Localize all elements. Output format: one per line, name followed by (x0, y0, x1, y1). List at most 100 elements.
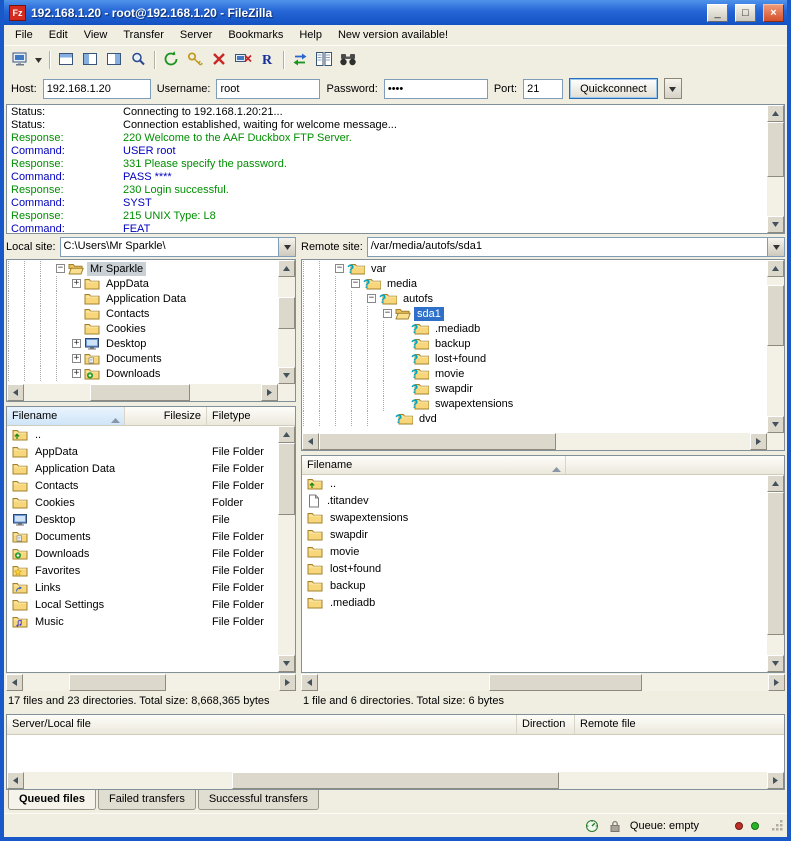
remote-list-hscrollbar[interactable] (301, 674, 785, 691)
tree-expander[interactable]: + (72, 279, 81, 288)
tree-item[interactable]: − ? autofs (303, 291, 767, 306)
log-scrollbar[interactable] (767, 105, 784, 233)
tree-item-label[interactable]: backup (432, 337, 473, 351)
menu-bookmarks[interactable]: Bookmarks (220, 26, 291, 44)
scroll-down-button[interactable] (278, 655, 295, 672)
scroll-right-button[interactable] (767, 772, 784, 789)
file-row[interactable]: Favorites File Folder (7, 562, 278, 579)
remote-list-vscrollbar[interactable] (767, 475, 784, 672)
file-row[interactable]: Music File Folder (7, 613, 278, 630)
resize-grip[interactable] (771, 819, 784, 832)
process-queue-button[interactable] (183, 49, 207, 71)
password-input[interactable] (384, 79, 488, 99)
titlebar[interactable]: Fz 192.168.1.20 - root@192.168.1.20 - Fi… (4, 0, 787, 25)
tree-item-label[interactable]: .mediadb (432, 322, 483, 336)
disconnect-button[interactable] (231, 49, 255, 71)
tree-expander[interactable]: − (56, 264, 65, 273)
tree-item-label[interactable]: var (368, 262, 389, 276)
tree-item-label[interactable]: AppData (103, 277, 152, 291)
file-row[interactable]: Local Settings File Folder (7, 596, 278, 613)
tree-item[interactable]: + AppData (8, 276, 278, 291)
username-input[interactable] (216, 79, 320, 99)
tree-item-label[interactable]: Application Data (103, 292, 189, 306)
tree-item[interactable]: ? swapextensions (303, 396, 767, 411)
encryption-lock-icon[interactable] (608, 819, 622, 833)
scroll-track[interactable] (767, 122, 784, 216)
remote-tree-vscrollbar[interactable] (767, 260, 784, 433)
tree-expander[interactable]: − (383, 309, 392, 318)
tree-item-label[interactable]: dvd (416, 412, 440, 426)
tree-item-label[interactable]: Mr Sparkle (87, 262, 146, 276)
scroll-right-button[interactable] (279, 674, 296, 691)
tree-item[interactable]: + Documents (8, 351, 278, 366)
tree-item-label[interactable]: swapextensions (432, 397, 516, 411)
scroll-thumb[interactable] (69, 674, 166, 691)
tab-queued-files[interactable]: Queued files (8, 790, 96, 810)
tree-expander[interactable]: − (367, 294, 376, 303)
tree-item[interactable]: − ? var (303, 261, 767, 276)
local-tree-vscrollbar[interactable] (278, 260, 295, 384)
scroll-thumb[interactable] (319, 433, 556, 450)
file-row[interactable]: AppData File Folder (7, 443, 278, 460)
file-row[interactable]: .titandev (302, 492, 767, 509)
local-tree-hscrollbar[interactable] (7, 384, 278, 401)
refresh-button[interactable] (159, 49, 183, 71)
menu-file[interactable]: File (7, 26, 41, 44)
scroll-thumb[interactable] (278, 297, 295, 329)
reconnect-button[interactable]: R (255, 49, 279, 71)
tree-item[interactable]: ? .mediadb (303, 321, 767, 336)
scroll-up-button[interactable] (278, 260, 295, 277)
file-row[interactable]: Desktop File (7, 511, 278, 528)
toggle-local-tree-button[interactable] (78, 49, 102, 71)
local-list-vscrollbar[interactable] (278, 426, 295, 672)
remote-path-text[interactable]: /var/media/autofs/sda1 (368, 238, 767, 256)
tree-expander[interactable]: + (72, 369, 81, 378)
cancel-button[interactable] (207, 49, 231, 71)
tab-failed-transfers[interactable]: Failed transfers (98, 790, 196, 810)
file-row[interactable]: Contacts File Folder (7, 477, 278, 494)
scroll-up-button[interactable] (767, 105, 784, 122)
file-row[interactable]: .. (302, 475, 767, 492)
menu-server[interactable]: Server (172, 26, 220, 44)
menu-edit[interactable]: Edit (41, 26, 76, 44)
local-path-combo[interactable]: C:\Users\Mr Sparkle\ (60, 237, 296, 257)
file-row[interactable]: lost+found (302, 560, 767, 577)
quickconnect-button[interactable]: Quickconnect (569, 78, 658, 99)
tree-item-label[interactable]: Desktop (103, 337, 149, 351)
toggle-remote-tree-button[interactable] (102, 49, 126, 71)
maximize-button[interactable]: □ (735, 4, 756, 22)
synchronized-browsing-button[interactable] (288, 49, 312, 71)
file-row[interactable]: swapdir (302, 526, 767, 543)
scroll-left-button[interactable] (7, 772, 24, 789)
scroll-thumb[interactable] (767, 492, 784, 635)
column-header-filesize[interactable]: Filesize (125, 407, 207, 425)
speed-limit-icon[interactable] (584, 818, 600, 833)
remote-tree-hscrollbar[interactable] (302, 433, 767, 450)
file-row[interactable]: movie (302, 543, 767, 560)
tree-item-label[interactable]: media (384, 277, 420, 291)
tree-item[interactable]: ? swapdir (303, 381, 767, 396)
quickconnect-dropdown-button[interactable] (664, 78, 682, 99)
file-row[interactable]: Cookies Folder (7, 494, 278, 511)
close-button[interactable]: × (763, 4, 784, 22)
tree-item-label[interactable]: Contacts (103, 307, 152, 321)
tree-expander[interactable]: − (351, 279, 360, 288)
tree-item[interactable]: ? movie (303, 366, 767, 381)
tree-expander[interactable]: − (335, 264, 344, 273)
scroll-down-button[interactable] (767, 216, 784, 233)
column-header-direction[interactable]: Direction (517, 715, 575, 734)
tree-item-label[interactable]: movie (432, 367, 467, 381)
scroll-left-button[interactable] (6, 674, 23, 691)
remote-path-dropdown-button[interactable] (767, 238, 784, 256)
scroll-thumb[interactable] (767, 285, 784, 346)
menu-help[interactable]: Help (291, 26, 330, 44)
tree-item[interactable]: Application Data (8, 291, 278, 306)
tree-item[interactable]: ? dvd (303, 411, 767, 426)
queue-hscrollbar[interactable] (7, 772, 784, 789)
column-header-filetype[interactable]: Filetype (207, 407, 295, 425)
tree-item[interactable]: − Mr Sparkle (8, 261, 278, 276)
file-row[interactable]: .mediadb (302, 594, 767, 611)
file-row[interactable]: swapextensions (302, 509, 767, 526)
scroll-left-button[interactable] (302, 433, 319, 450)
local-list-hscrollbar[interactable] (6, 674, 296, 691)
